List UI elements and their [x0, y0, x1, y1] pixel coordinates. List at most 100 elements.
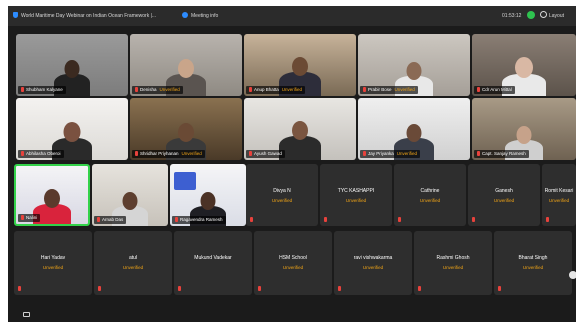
participant-name: Arnab Das: [102, 217, 124, 222]
participant-name-tile[interactable]: Divya N Unverified: [246, 164, 318, 226]
mic-muted-icon: [97, 217, 100, 222]
unverified-badge: Unverified: [281, 87, 303, 92]
recording-status-icon[interactable]: [527, 11, 535, 19]
participant-name: Shridhar Priyhanan: [140, 151, 179, 156]
participant-video-tile[interactable]: Capt. Sanjay Ramesh: [472, 98, 576, 160]
participant-name-tile[interactable]: Rashmi Ghosh Unverified: [414, 231, 492, 295]
participant-name-label: Denisha Unverified: [132, 86, 183, 94]
mic-muted-icon: [135, 151, 138, 156]
mic-muted-icon: [324, 217, 327, 222]
unverified-badge: Unverified: [548, 198, 570, 203]
participant-name-label: Arnab Das: [94, 216, 127, 224]
participant-name: Shubham Kalyane: [26, 87, 63, 92]
participant-name-tile[interactable]: Ganesh Unverified: [468, 164, 540, 226]
participant-name: HSM School: [279, 255, 307, 261]
participant-name-label: Shridhar Priyhanan Unverified: [132, 150, 205, 158]
participant-video-tile[interactable]: Ragavendra Ramesh: [170, 164, 246, 226]
info-icon[interactable]: [182, 12, 188, 18]
mic-muted-icon: [178, 286, 181, 291]
mic-muted-icon: [546, 217, 549, 222]
view-options-icon[interactable]: [540, 11, 547, 18]
participant-name-label: Anup Bhatta Unverified: [246, 86, 306, 94]
meeting-title: World Maritime Day Webinar on Indian Oce…: [21, 13, 157, 19]
participant-name: Nalini: [26, 215, 38, 220]
participant-name: Ayush Gawad: [254, 151, 282, 156]
participant-video-tile[interactable]: Ayush Gawad: [244, 98, 356, 160]
meeting-timer: 01:53:12: [502, 13, 522, 19]
participant-video-tile[interactable]: Jay Priyanka Unverified: [358, 98, 470, 160]
participant-video-tile[interactable]: Shubham Kalyane: [16, 34, 128, 96]
mic-muted-icon: [338, 286, 341, 291]
participant-name: Prabir Bose: [368, 87, 392, 92]
participant-name: TYC KASHAPPI: [337, 188, 375, 194]
mic-muted-icon: [98, 286, 101, 291]
unverified-badge: Unverified: [362, 265, 384, 270]
meeting-info-button[interactable]: Meeting info: [191, 13, 218, 19]
unverified-badge: Unverified: [42, 265, 64, 270]
participant-name: Ganesh: [495, 188, 513, 194]
unverified-badge: Unverified: [345, 198, 367, 203]
participant-name: Divya N: [273, 188, 291, 194]
participant-name-label: Shubham Kalyane: [18, 86, 66, 94]
security-shield-icon[interactable]: [13, 12, 18, 18]
scroll-next-icon[interactable]: [569, 271, 576, 279]
unverified-badge: Unverified: [282, 265, 304, 270]
mic-muted-icon: [363, 151, 366, 156]
participant-name: Jay Priyanka: [368, 151, 394, 156]
unverified-badge: Unverified: [181, 151, 202, 156]
participant-name-tile[interactable]: ravi vishwakarma Unverified: [334, 231, 412, 295]
mic-muted-icon: [249, 151, 252, 156]
unverified-badge: Unverified: [122, 265, 144, 270]
participant-name: Rashmi Ghosh: [436, 255, 470, 261]
participant-video-tile[interactable]: Denisha Unverified: [130, 34, 242, 96]
participant-name: Cathrine: [420, 188, 440, 194]
meeting-window: World Maritime Day Webinar on Indian Oce…: [8, 6, 576, 322]
unverified-badge: Unverified: [271, 198, 293, 203]
participant-name-tile[interactable]: Romit Kesari Unverified: [542, 164, 576, 226]
participant-name-label: Ragavendra Ramesh: [172, 216, 226, 224]
participant-name-tile[interactable]: Cathrine Unverified: [394, 164, 466, 226]
mic-muted-icon: [498, 286, 501, 291]
participant-video-tile[interactable]: Anup Bhatta Unverified: [244, 34, 356, 96]
layout-button[interactable]: Layout: [549, 13, 564, 19]
participant-video-tile[interactable]: Nalini: [14, 164, 90, 226]
participant-name: Denisha: [140, 87, 157, 92]
mic-muted-icon: [398, 217, 401, 222]
participant-name: atul: [128, 255, 138, 261]
unverified-badge: Unverified: [394, 87, 415, 92]
participant-name: ravi vishwakarma: [353, 255, 393, 261]
mic-muted-icon: [250, 217, 253, 222]
participant-name-tile[interactable]: Bharat Singh Unverified: [494, 231, 572, 295]
mic-muted-icon: [21, 151, 24, 156]
mic-muted-icon: [135, 87, 138, 92]
participant-name-label: Capt. Sanjay Ramesh: [474, 150, 529, 158]
participant-video-tile[interactable]: Abhilasha Oberoi: [16, 98, 128, 160]
mic-muted-icon: [363, 87, 366, 92]
mic-muted-icon: [18, 286, 21, 291]
participant-name-tile[interactable]: Mukund Vadekar: [174, 231, 252, 295]
participant-name: Ragavendra Ramesh: [180, 217, 223, 222]
participant-name-tile[interactable]: Hari Yadav Unverified: [14, 231, 92, 295]
mic-muted-icon: [249, 87, 252, 92]
participant-name-label: Ayush Gawad: [246, 150, 285, 158]
mic-muted-icon: [418, 286, 421, 291]
participant-video-tile[interactable]: Prabir Bose Unverified: [358, 34, 470, 96]
participant-name-label: Prabir Bose Unverified: [360, 86, 418, 94]
meeting-controls-bar: [8, 304, 576, 322]
participant-name: Hari Yadav: [40, 255, 66, 261]
participant-video-tile[interactable]: Arnab Das: [92, 164, 168, 226]
participant-video-tile[interactable]: Cdr Arun Mittal: [472, 34, 576, 96]
participant-name-tile[interactable]: TYC KASHAPPI Unverified: [320, 164, 392, 226]
unverified-badge: Unverified: [159, 87, 180, 92]
participant-name-tile[interactable]: atul Unverified: [94, 231, 172, 295]
participant-name-tile[interactable]: HSM School Unverified: [254, 231, 332, 295]
unverified-badge: Unverified: [419, 198, 441, 203]
unverified-badge: Unverified: [396, 151, 418, 156]
participant-name: Mukund Vadekar: [194, 255, 232, 261]
participant-name-label: Nalini: [18, 214, 41, 222]
participant-name: Abhilasha Oberoi: [26, 151, 61, 156]
chat-icon[interactable]: [23, 312, 30, 317]
participant-video-tile[interactable]: Shridhar Priyhanan Unverified: [130, 98, 242, 160]
participant-name-label: Cdr Arun Mittal: [474, 86, 515, 94]
mic-muted-icon: [477, 87, 480, 92]
